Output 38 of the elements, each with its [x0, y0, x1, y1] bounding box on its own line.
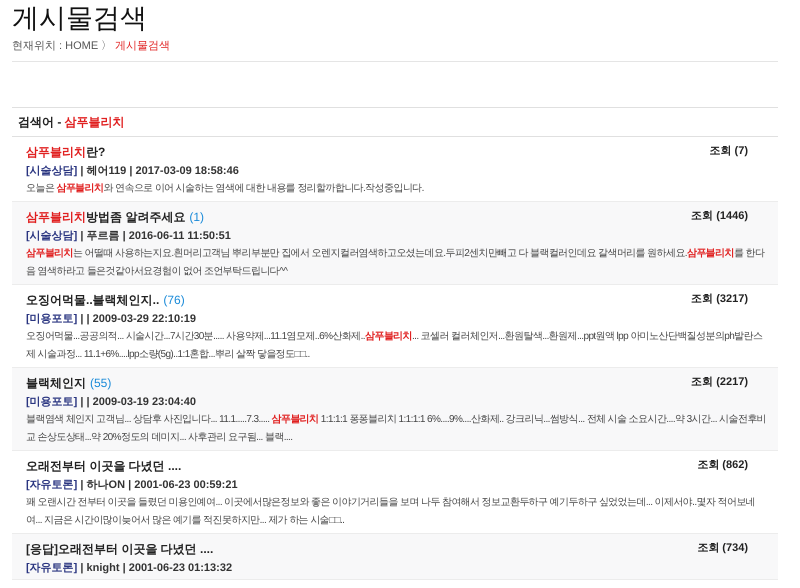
- category-tag: [자유토론]: [26, 478, 78, 492]
- search-label: 검색어 -: [18, 114, 62, 130]
- category-tag: [자유토론]: [26, 560, 78, 576]
- search-keyword: 삼푸블리치: [64, 114, 125, 130]
- view-count: 조회 (3217): [691, 292, 748, 306]
- post-excerpt: 꽤 오랜시간 전부터 이곳을 들렸던 미용인예여... 이곳에서많은정보와 좋은 이야기거리들을 보며 나두 참여해서 정보교환두하구 예기두하구 싶었었는데... 이제서야..몇자 적어보네여... 지금은 시간이많이늦어서 많은 예기를 적진못하지만... 제가 하는 시술□□..: [26, 496, 756, 528]
- result-title[interactable]: 오래전부터 이곳을 다녔던 ....: [26, 456, 182, 474]
- post-excerpt: 블랙염색 체인지 고객님... 상담후 사진입니다... 11.1.....7.3..... 삼푸블리치 1:1:1:1 퐁퐁블리치 1:1:1:1 6%....9%....산화제.. 강크리닉...썸방식... 전체 시술 소요시간....약 3시간... 시술전후비교 손상도상태...약 20%정도의 데미지... 사후관리 요구됨... 블랙....: [26, 412, 768, 444]
- category-tag: [시술상담]: [26, 164, 78, 178]
- post-meta: | | 2009-03-29 22:10:19: [79, 312, 196, 326]
- post-meta: | | 2009-03-19 23:04:40: [79, 394, 196, 410]
- view-count: 조회 (7): [710, 144, 748, 158]
- view-count: 조회 (2217): [691, 374, 748, 390]
- breadcrumb-text: 현재위치 : HOME: [12, 39, 98, 54]
- post-meta: | 헤어119 | 2017-03-09 18:58:46: [79, 164, 239, 178]
- post-meta: | knight | 2001-06-23 01:13:32: [79, 560, 232, 576]
- breadcrumb-current[interactable]: 게시물검색: [115, 38, 170, 54]
- result-title[interactable]: [응답]오래전부터 이곳을 다녔던 ....: [26, 540, 214, 558]
- category-tag: [미용포토]: [26, 312, 78, 326]
- post-excerpt: 오늘은 삼푸블리치와 연속으로 이어 시술하는 염색에 대한 내용를 정리할까합니다.작성중입니다.: [26, 182, 425, 196]
- post-meta: | 하나ON | 2001-06-23 00:59:21: [79, 478, 238, 492]
- result-title[interactable]: 삼푸블리치란?: [26, 142, 106, 160]
- result-title[interactable]: 블랙체인지: [26, 374, 86, 392]
- result-title[interactable]: 삼푸블리치방법좀 알려주세요: [26, 208, 186, 226]
- post-meta: | 푸르름 | 2016-06-11 11:50:51: [79, 228, 231, 244]
- category-tag: [미용포토]: [26, 394, 78, 410]
- view-count: 조회 (734): [697, 540, 748, 556]
- view-count: 조회 (1446): [691, 208, 748, 224]
- comment-count: (76): [163, 292, 185, 308]
- view-count: 조회 (862): [697, 458, 748, 472]
- post-excerpt: 오징어먹물...공공의적... 시술시간...7시간30분..... 사용약제...11.1염모제..6%산화제..삼푸블리치... 코셀러 컬러체인저...환원탈색...환원제...ppt원액 lpp 아미노산단백질성분의ph발란스제 시술과정... 11.1+6%....lpp소량(5g)..1:1혼합...뿌리 살짝 닿을정도□□..: [26, 330, 764, 362]
- comment-count: (1): [189, 208, 204, 226]
- comment-count: (55): [90, 374, 112, 392]
- result-title[interactable]: 오징어먹물..블랙체인지..: [26, 290, 160, 308]
- page-title: 게시물검색: [12, 2, 148, 34]
- breadcrumb-separator: 〉: [101, 39, 112, 54]
- category-tag: [시술상담]: [26, 228, 78, 244]
- post-excerpt: 삼푸블리치는 어떨때 사용하는지요.흰머리고객님 뿌리부분만 집에서 오렌지컬러염색하고오셨는데요.두피2센치만빼고 다 블랙컬러인데요 갈색머리를 원하세요.삼푸블리치를 한다음 염색하라고 들은것같아서요경험이 없어 조언부탁드립니다^^: [26, 246, 766, 278]
